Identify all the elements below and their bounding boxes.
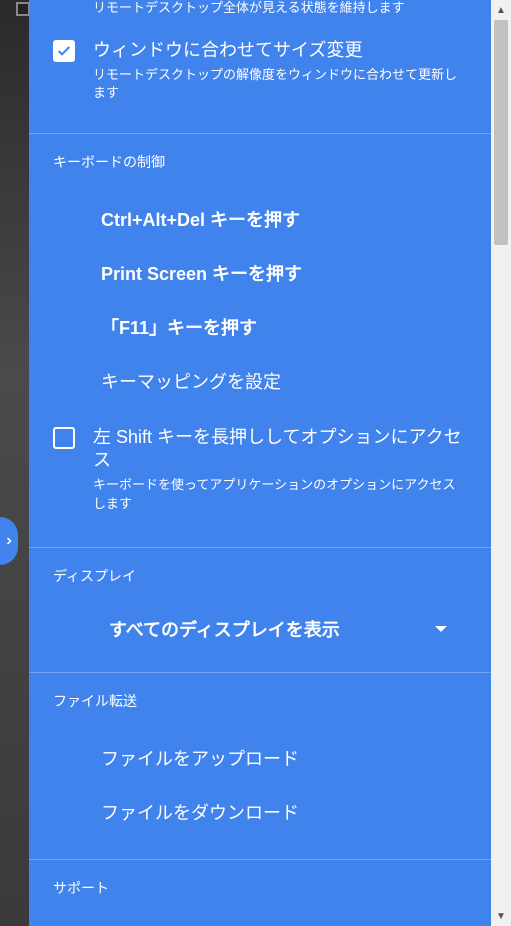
resize-title: ウィンドウに合わせてサイズ変更 [93,39,467,62]
scroll-up-icon[interactable]: ▲ [491,2,511,18]
support-section: サポート [29,860,491,918]
support-section-title: サポート [53,878,467,898]
file-transfer-section: ファイル転送 ファイルをアップロード ファイルをダウンロード [29,673,491,860]
keymap-button[interactable]: キーマッピングを設定 [53,354,467,408]
keyboard-section: キーボードの制御 Ctrl+Alt+Del キーを押す Print Screen… [29,134,491,548]
scroll-down-icon[interactable]: ▼ [491,908,511,924]
shift-option-row[interactable]: 左 Shift キーを長押ししてオプションにアクセス キーボードを使ってアプリケ… [53,426,467,513]
resize-content: ウィンドウに合わせてサイズ変更 リモートデスクトップの解像度をウィンドウに合わせ… [93,39,467,103]
ctrl-alt-del-button[interactable]: Ctrl+Alt+Del キーを押す [53,192,467,246]
f11-button[interactable]: 「F11」キーを押す [53,300,467,354]
file-section-title: ファイル転送 [53,691,467,711]
show-all-displays-dropdown[interactable]: すべてのディスプレイを表示 [53,606,467,652]
shift-title: 左 Shift キーを長押ししてオプションにアクセス [93,426,467,473]
chevron-right-icon [3,535,15,547]
resize-to-window-row[interactable]: ウィンドウに合わせてサイズ変更 リモートデスクトップの解像度をウィンドウに合わせ… [53,39,467,103]
fit-screen-desc: リモートデスクトップ全体が見える状態を維持します [53,0,467,17]
background-strip [0,0,29,926]
resize-checkbox[interactable] [53,40,75,62]
display-options-section: リモートデスクトップ全体が見える状態を維持します ウィンドウに合わせてサイズ変更… [29,0,491,134]
display-section: ディスプレイ すべてのディスプレイを表示 [29,548,491,673]
window-control-icon [16,2,30,16]
scrollbar[interactable]: ▲ ▼ [491,0,511,926]
scrollbar-thumb[interactable] [494,20,508,245]
options-panel: リモートデスクトップ全体が見える状態を維持します ウィンドウに合わせてサイズ変更… [29,0,491,926]
shift-content: 左 Shift キーを長押ししてオプションにアクセス キーボードを使ってアプリケ… [93,426,467,513]
display-section-title: ディスプレイ [53,566,467,586]
print-screen-button[interactable]: Print Screen キーを押す [53,246,467,300]
chevron-down-icon [435,626,447,632]
keyboard-section-title: キーボードの制御 [53,152,467,172]
shift-desc: キーボードを使ってアプリケーションのオプションにアクセスします [93,476,467,512]
shift-checkbox[interactable] [53,427,75,449]
resize-desc: リモートデスクトップの解像度をウィンドウに合わせて更新します [93,66,467,102]
upload-file-button[interactable]: ファイルをアップロード [53,731,467,785]
download-file-button[interactable]: ファイルをダウンロード [53,785,467,839]
show-all-label: すべてのディスプレイを表示 [109,616,340,642]
check-icon [56,43,72,59]
